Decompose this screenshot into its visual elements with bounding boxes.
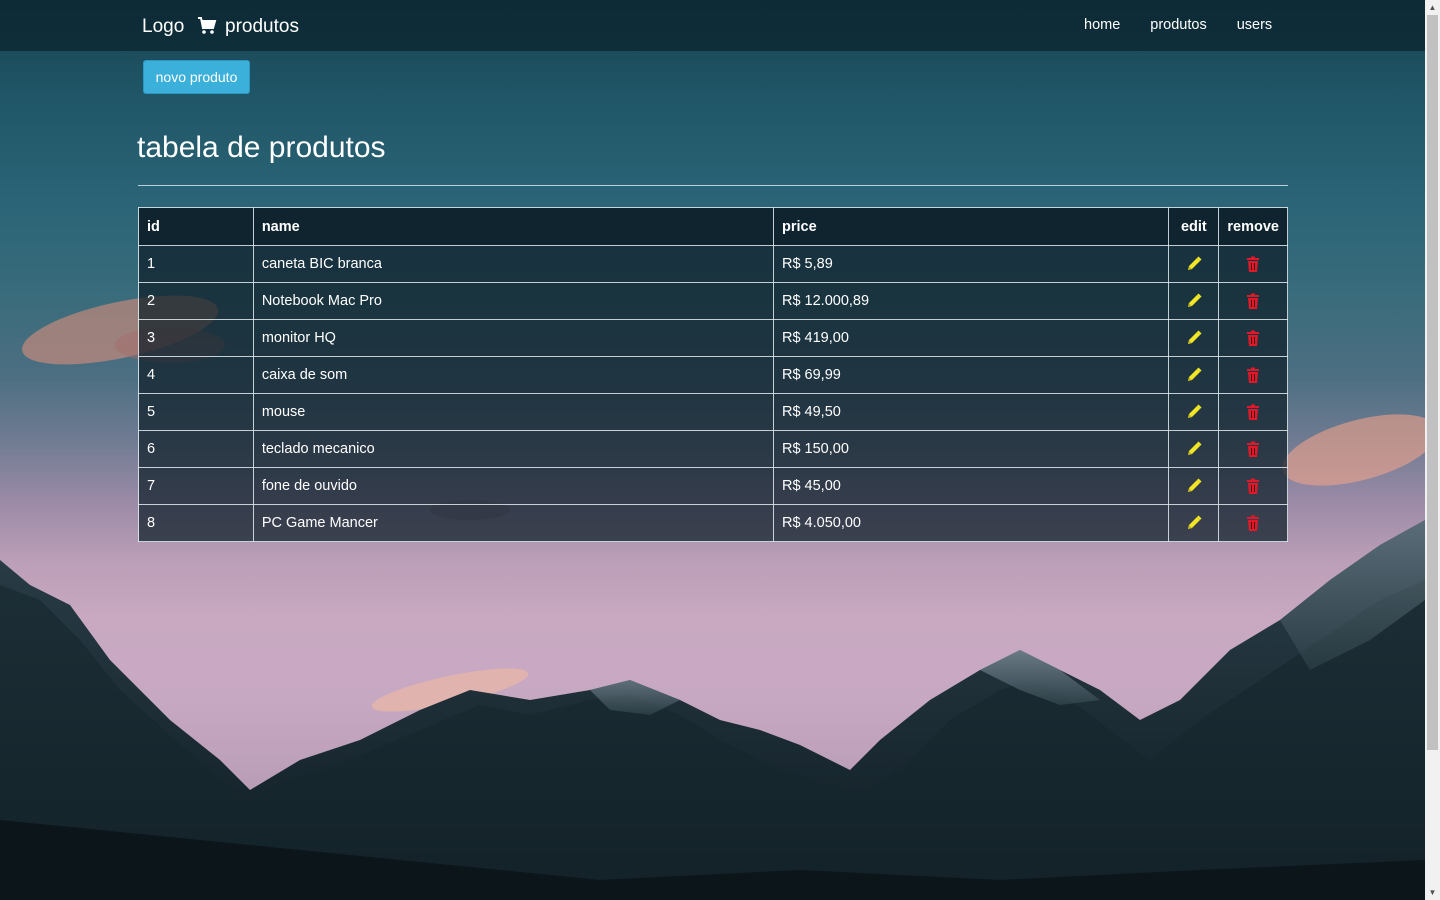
cell-edit [1168,430,1220,468]
trash-icon[interactable] [1244,440,1262,458]
title-divider [138,185,1288,186]
cell-id: 8 [138,504,254,542]
cell-price: R$ 150,00 [772,430,1170,468]
cell-price: R$ 45,00 [772,467,1170,505]
cell-remove [1218,282,1288,320]
header-price: price [772,207,1170,246]
pencil-icon[interactable] [1185,477,1203,495]
table-header-row: id name price edit remove [138,207,1288,246]
cell-name: monitor HQ [252,319,774,357]
cell-name: caneta BIC branca [252,245,774,283]
cell-price: R$ 419,00 [772,319,1170,357]
cell-remove [1218,467,1288,505]
nav-link-produtos[interactable]: produtos [1150,17,1206,33]
pencil-icon[interactable] [1185,366,1203,384]
cell-price: R$ 49,50 [772,393,1170,431]
pencil-icon[interactable] [1185,514,1203,532]
scroll-thumb[interactable] [1427,15,1438,750]
cell-id: 4 [138,356,254,394]
cell-edit [1168,319,1220,357]
scroll-down-arrow-icon[interactable]: ▼ [1425,885,1440,900]
cell-remove [1218,356,1288,394]
cell-name: PC Game Mancer [252,504,774,542]
cell-name: fone de ouvido [252,467,774,505]
nav-link-home[interactable]: home [1084,17,1120,33]
header-id: id [138,207,254,246]
nav-menu: home produtos users [1084,17,1272,33]
cell-remove [1218,245,1288,283]
brand-produtos-link[interactable]: produtos [225,16,299,38]
header-name: name [252,207,774,246]
table-row: 3 monitor HQ R$ 419,00 [138,319,1288,357]
table-row: 1 caneta BIC branca R$ 5,89 [138,245,1288,283]
cell-edit [1168,393,1220,431]
cell-edit [1168,282,1220,320]
pencil-icon[interactable] [1185,440,1203,458]
header-edit: edit [1168,207,1220,246]
trash-icon[interactable] [1244,255,1262,273]
logo[interactable]: Logo [142,16,184,38]
table-body: 1 caneta BIC branca R$ 5,89 2 Notebook Mac P… [138,245,1288,542]
header-remove: remove [1218,207,1288,246]
cell-id: 7 [138,467,254,505]
cell-id: 6 [138,430,254,468]
pencil-icon[interactable] [1185,292,1203,310]
cell-remove [1218,504,1288,542]
trash-icon[interactable] [1244,366,1262,384]
table-row: 6 teclado mecanico R$ 150,00 [138,430,1288,468]
cell-price: R$ 12.000,89 [772,282,1170,320]
cell-name: caixa de som [252,356,774,394]
cell-edit [1168,356,1220,394]
trash-icon[interactable] [1244,514,1262,532]
cart-icon [198,17,217,34]
trash-icon[interactable] [1244,403,1262,421]
pencil-icon[interactable] [1185,255,1203,273]
cell-name: teclado mecanico [252,430,774,468]
trash-icon[interactable] [1244,329,1262,347]
cell-remove [1218,430,1288,468]
cell-remove [1218,393,1288,431]
cell-edit [1168,467,1220,505]
cell-id: 5 [138,393,254,431]
table-row: 7 fone de ouvido R$ 45,00 [138,467,1288,505]
cell-id: 1 [138,245,254,283]
table-row: 4 caixa de som R$ 69,99 [138,356,1288,394]
table-row: 5 mouse R$ 49,50 [138,393,1288,431]
cell-name: mouse [252,393,774,431]
trash-icon[interactable] [1244,477,1262,495]
nav-link-users[interactable]: users [1237,17,1272,33]
cell-price: R$ 5,89 [772,245,1170,283]
pencil-icon[interactable] [1185,403,1203,421]
new-product-button[interactable]: novo produto [143,60,250,94]
cell-edit [1168,245,1220,283]
trash-icon[interactable] [1244,292,1262,310]
navbar: Logo produtos home produtos users [0,0,1425,51]
pencil-icon[interactable] [1185,329,1203,347]
cell-edit [1168,504,1220,542]
table-row: 8 PC Game Mancer R$ 4.050,00 [138,504,1288,542]
cell-id: 2 [138,282,254,320]
cell-remove [1218,319,1288,357]
scrollbar[interactable]: ▲ ▼ [1425,0,1440,900]
table-row: 2 Notebook Mac Pro R$ 12.000,89 [138,282,1288,320]
products-table: id name price edit remove 1 caneta BIC br… [138,207,1288,542]
cell-price: R$ 69,99 [772,356,1170,394]
cell-id: 3 [138,319,254,357]
cell-price: R$ 4.050,00 [772,504,1170,542]
scroll-up-arrow-icon[interactable]: ▲ [1425,0,1440,15]
page-title: tabela de produtos [137,131,386,164]
cell-name: Notebook Mac Pro [252,282,774,320]
